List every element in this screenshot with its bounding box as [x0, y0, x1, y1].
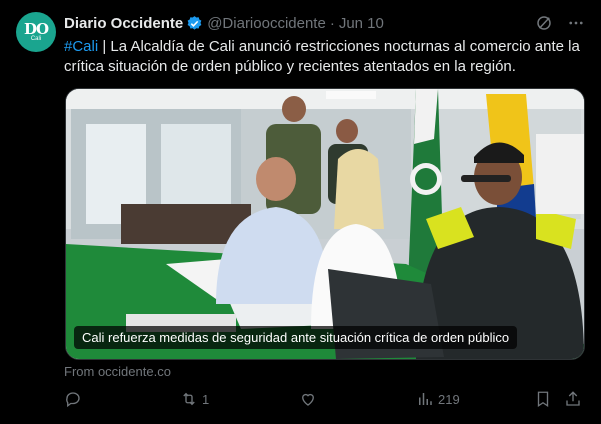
- tweet-text: #Cali | La Alcaldía de Cali anunció rest…: [64, 37, 584, 77]
- avatar-monogram: DO: [23, 19, 49, 38]
- tweet-date[interactable]: Jun 10: [339, 15, 384, 32]
- retweet-icon: [183, 392, 195, 406]
- author-name[interactable]: Diario Occidente: [64, 15, 183, 32]
- hashtag-link[interactable]: #Cali: [64, 38, 98, 55]
- bookmark-button[interactable]: [534, 390, 552, 408]
- retweet-count: 1: [202, 391, 210, 407]
- views-count: 219: [438, 391, 460, 407]
- more-icon[interactable]: [567, 14, 585, 32]
- tweet-header: Diario Occidente @Diariooccidente · Jun …: [64, 12, 585, 34]
- views-icon: [419, 393, 432, 405]
- action-bar: 1 219: [64, 390, 584, 414]
- share-icon: [566, 391, 580, 406]
- tweet-image[interactable]: Cali refuerza medidas de seguridad ante …: [65, 88, 585, 360]
- avatar-city: Cali: [30, 35, 42, 42]
- meeting-photo: [66, 89, 584, 359]
- verified-badge-icon: [187, 15, 202, 30]
- image-caption: Cali refuerza medidas de seguridad ante …: [74, 326, 518, 349]
- bookmark-icon: [537, 391, 549, 408]
- share-button[interactable]: [564, 390, 582, 408]
- author-handle[interactable]: @Diariooccidente: [207, 15, 326, 32]
- tweet-body: | La Alcaldía de Cali anunció restriccio…: [64, 38, 580, 75]
- like-icon: [302, 393, 314, 406]
- link-source[interactable]: From occidente.co: [64, 364, 171, 379]
- reply-button[interactable]: [64, 390, 86, 408]
- retweet-button[interactable]: 1: [180, 390, 209, 408]
- views-button[interactable]: 219: [416, 390, 460, 408]
- grok-icon[interactable]: [535, 14, 553, 32]
- reply-icon: [66, 392, 80, 408]
- tweet-card[interactable]: DO Cali Diario Occidente @Diariooccident…: [0, 0, 601, 424]
- separator-dot: ·: [329, 14, 335, 32]
- like-button[interactable]: [299, 390, 321, 408]
- avatar[interactable]: DO Cali: [16, 12, 56, 52]
